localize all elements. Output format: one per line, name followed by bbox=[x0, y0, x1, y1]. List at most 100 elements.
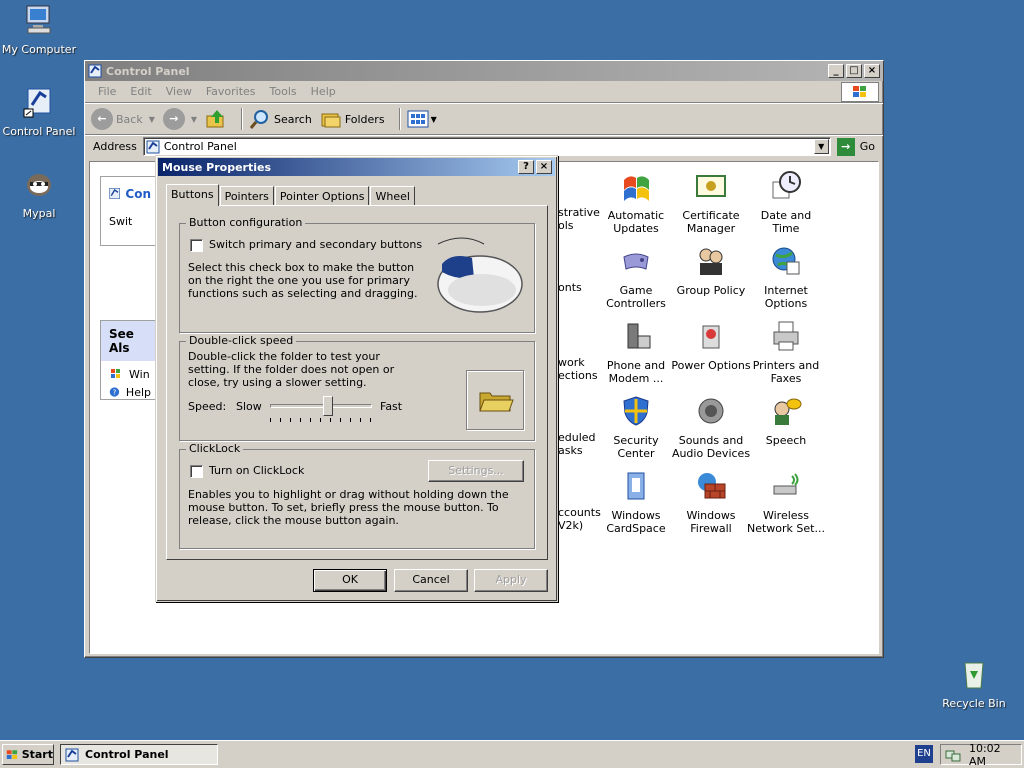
menu-tools[interactable]: Tools bbox=[263, 85, 304, 98]
network-icon[interactable] bbox=[945, 747, 961, 763]
tab-pointers[interactable]: Pointers bbox=[219, 186, 274, 206]
clock-icon bbox=[772, 171, 801, 199]
cp-item-internet-options[interactable]: Internet Options bbox=[746, 245, 826, 310]
desktop-icon-label: Mypal bbox=[22, 207, 56, 220]
cp-item-label: Game Controllers bbox=[606, 284, 666, 310]
clicklock-checkbox-row[interactable]: Turn on ClickLock bbox=[190, 464, 304, 478]
windows-update-icon bbox=[111, 369, 120, 378]
chevron-down-icon: ▼ bbox=[430, 114, 437, 124]
cp-item-label: Windows Firewall bbox=[686, 509, 736, 535]
start-label: Start bbox=[21, 748, 53, 761]
switch-buttons-checkbox[interactable] bbox=[190, 238, 203, 252]
back-label: Back bbox=[116, 112, 143, 126]
control-panel-icon bbox=[23, 88, 51, 118]
printer-icon bbox=[773, 321, 799, 351]
desktop-icon-control-panel[interactable]: Control Panel bbox=[0, 85, 78, 138]
cancel-button[interactable]: Cancel bbox=[394, 569, 468, 592]
taskbar: Start Control Panel EN 10:02 AM bbox=[0, 740, 1024, 768]
slider-thumb[interactable] bbox=[323, 396, 334, 416]
minimize-button[interactable]: _ bbox=[828, 64, 844, 78]
start-button[interactable]: Start bbox=[2, 744, 54, 765]
forward-button[interactable]: → ▼ bbox=[162, 108, 197, 130]
partial-label: onts bbox=[558, 281, 582, 294]
partial-icon-scheduled-tasks[interactable]: eduled asks bbox=[558, 431, 596, 457]
cp-item-label: Sounds and Audio Devices bbox=[671, 434, 751, 460]
cp-item-game-controllers[interactable]: Game Controllers bbox=[596, 245, 676, 310]
cp-item-group-policy[interactable]: Group Policy bbox=[671, 245, 751, 297]
clock[interactable]: 10:02 AM bbox=[969, 742, 1021, 768]
folders-button[interactable]: Folders bbox=[320, 108, 385, 130]
address-value: Control Panel bbox=[163, 140, 237, 153]
cp-item-certificate-manager[interactable]: Certificate Manager bbox=[671, 170, 751, 235]
cp-item-windows-firewall[interactable]: Windows Firewall bbox=[671, 470, 751, 535]
cp-item-power-options[interactable]: Power Options bbox=[671, 320, 751, 372]
menu-favorites[interactable]: Favorites bbox=[199, 85, 263, 98]
desktop-icon-mypal[interactable]: Mypal bbox=[0, 167, 78, 220]
switch-view-link[interactable]: Swit bbox=[101, 211, 159, 232]
tab-buttons[interactable]: Buttons bbox=[166, 184, 219, 206]
partial-icon-network-connections[interactable]: work ections bbox=[558, 356, 598, 382]
desktop-icon-recycle-bin[interactable]: Recycle Bin bbox=[935, 657, 1013, 710]
cp-item-date-and-time[interactable]: Date and Time bbox=[746, 170, 826, 235]
cp-item-sounds-and-audio[interactable]: Sounds and Audio Devices bbox=[671, 395, 751, 460]
see-also-box: See Als Win ? Help bbox=[100, 320, 160, 400]
clicklock-settings-button[interactable]: Settings... bbox=[428, 460, 524, 482]
windows-update-link[interactable]: Win bbox=[101, 361, 159, 383]
back-button[interactable]: ← Back ▼ bbox=[91, 108, 155, 130]
recycle-bin-icon bbox=[964, 662, 984, 689]
cp-item-speech[interactable]: Speech bbox=[746, 395, 826, 447]
window-titlebar[interactable]: Control Panel _ □ × bbox=[85, 61, 883, 81]
search-icon bbox=[249, 110, 269, 129]
menu-help[interactable]: Help bbox=[304, 85, 343, 98]
views-button[interactable]: ▼ bbox=[407, 109, 437, 129]
menu-view[interactable]: View bbox=[159, 85, 199, 98]
cp-item-security-center[interactable]: Security Center bbox=[596, 395, 676, 460]
go-arrow-icon: → bbox=[836, 137, 855, 156]
clicklock-checkbox[interactable] bbox=[190, 464, 203, 478]
apply-button[interactable]: Apply bbox=[474, 569, 548, 592]
maximize-button[interactable]: □ bbox=[846, 64, 862, 78]
cp-item-label: Date and Time bbox=[760, 209, 812, 235]
taskbar-button-control-panel[interactable]: Control Panel bbox=[60, 744, 218, 765]
button-configuration-group: Button configuration Switch primary and … bbox=[179, 216, 535, 333]
control-panel-icon bbox=[88, 64, 102, 78]
ok-button[interactable]: OK bbox=[313, 569, 387, 592]
menu-edit[interactable]: Edit bbox=[123, 85, 158, 98]
test-folder-area[interactable] bbox=[466, 370, 524, 430]
certificate-icon bbox=[696, 175, 726, 197]
switch-buttons-checkbox-row[interactable]: Switch primary and secondary buttons bbox=[190, 238, 422, 252]
partial-icon-user-accounts[interactable]: ccounts V2k) bbox=[558, 506, 601, 532]
forward-arrow-icon: → bbox=[162, 108, 185, 130]
cp-item-phone-and-modem[interactable]: Phone and Modem ... bbox=[596, 320, 676, 385]
views-icon bbox=[407, 110, 429, 128]
close-button[interactable]: × bbox=[536, 160, 552, 174]
control-panel-icon bbox=[65, 748, 79, 761]
speed-label: Speed: bbox=[188, 400, 227, 413]
cp-item-printers-and-faxes[interactable]: Printers and Faxes bbox=[746, 320, 826, 385]
dialog-titlebar[interactable]: Mouse Properties ? × bbox=[158, 158, 555, 176]
mouse-icon bbox=[437, 237, 523, 313]
go-button[interactable]: → Go bbox=[836, 137, 875, 156]
help-link[interactable]: ? Help bbox=[101, 383, 159, 401]
automatic-updates-icon bbox=[624, 176, 649, 201]
cp-item-automatic-updates[interactable]: Automatic Updates bbox=[596, 170, 676, 235]
language-indicator[interactable]: EN bbox=[915, 745, 933, 763]
cp-item-wireless-network[interactable]: Wireless Network Set... bbox=[746, 470, 826, 535]
menu-file[interactable]: File bbox=[91, 85, 123, 98]
phone-icon bbox=[627, 323, 651, 349]
double-click-speed-slider[interactable] bbox=[270, 396, 372, 424]
partial-icon-fonts[interactable]: onts bbox=[558, 281, 582, 294]
cp-item-windows-cardspace[interactable]: Windows CardSpace bbox=[596, 470, 676, 535]
search-button[interactable]: Search bbox=[249, 108, 312, 130]
dialog-title: Mouse Properties bbox=[162, 160, 272, 174]
tab-wheel[interactable]: Wheel bbox=[370, 186, 415, 206]
tab-pointer-options[interactable]: Pointer Options bbox=[274, 186, 370, 206]
desktop-icon-label: Recycle Bin bbox=[942, 697, 1006, 710]
up-button[interactable] bbox=[205, 108, 227, 130]
partial-icon-administrative-tools[interactable]: strative ols bbox=[558, 206, 600, 232]
help-button[interactable]: ? bbox=[518, 160, 534, 174]
address-dropdown-button[interactable]: ▼ bbox=[813, 139, 829, 154]
close-button[interactable]: × bbox=[864, 64, 880, 78]
desktop-icon-my-computer[interactable]: My Computer bbox=[0, 3, 78, 56]
address-input[interactable]: Control Panel ▼ bbox=[142, 137, 831, 156]
